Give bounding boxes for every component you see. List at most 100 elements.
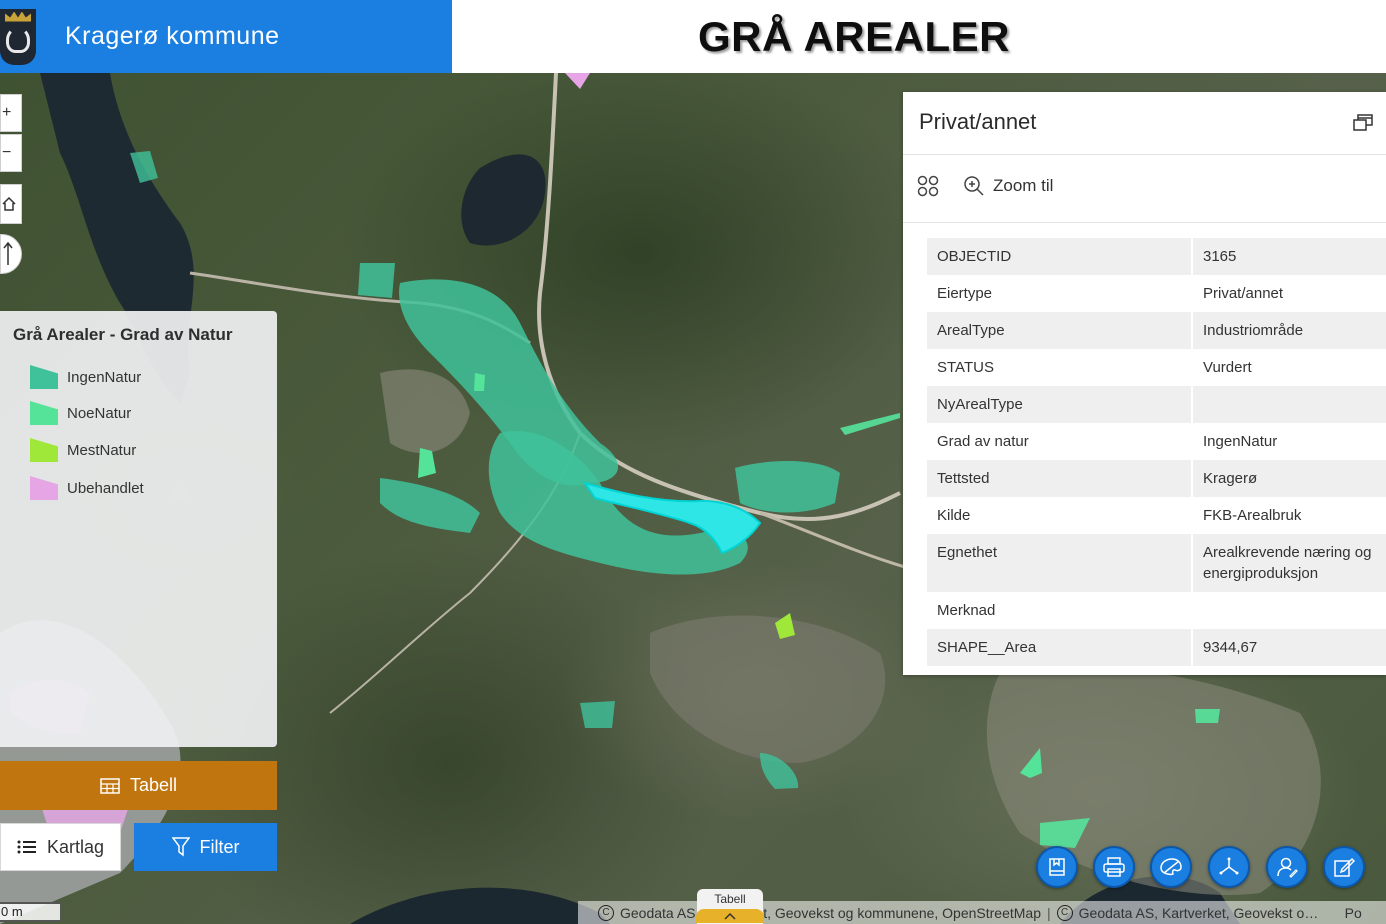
attr-key: STATUS bbox=[927, 349, 1193, 386]
zoom-to-button[interactable]: Zoom til bbox=[963, 175, 1053, 197]
table-drawer-label: Tabell bbox=[714, 892, 746, 906]
print-button[interactable] bbox=[1093, 846, 1135, 888]
legend-title: Grå Arealer - Grad av Natur bbox=[13, 325, 233, 344]
table-row: OBJECTID 3165 bbox=[927, 238, 1386, 275]
legend-item: Ubehandlet bbox=[30, 476, 144, 500]
grid-icon[interactable] bbox=[917, 175, 939, 197]
attr-key: Merknad bbox=[927, 592, 1193, 629]
attr-key: Kilde bbox=[927, 497, 1193, 534]
plus-icon: + bbox=[2, 104, 12, 121]
attribution-text-1: Geodata AS, Kartverket, Geovekst og komm… bbox=[620, 904, 1042, 921]
table-row: Kilde FKB-Arealbruk bbox=[927, 497, 1386, 534]
attr-key: ArealType bbox=[927, 312, 1193, 349]
headline-bar: GRÅ AREALER bbox=[452, 0, 1386, 73]
attr-key: OBJECTID bbox=[927, 238, 1193, 275]
popup-title: Privat/annet bbox=[919, 109, 1037, 134]
attribution-text-2: Geodata AS, Kartverket, Geovekst og komm… bbox=[1078, 904, 1325, 921]
home-button[interactable] bbox=[0, 184, 22, 224]
attr-value bbox=[1192, 386, 1386, 423]
list-icon bbox=[17, 839, 37, 855]
table-row: SHAPE__Area 9344,67 bbox=[927, 629, 1386, 666]
chevron-up-icon bbox=[696, 909, 764, 923]
bookmark-button[interactable] bbox=[1036, 846, 1078, 888]
attribution-trailing: Po bbox=[1344, 904, 1362, 921]
app-header: Kragerø kommune bbox=[0, 0, 452, 73]
attr-key: Tettsted bbox=[927, 460, 1193, 497]
attr-value: Arealkrevende næring og energiproduksjon bbox=[1192, 534, 1386, 592]
table-drawer-handle[interactable]: Tabell bbox=[696, 889, 764, 924]
table-icon bbox=[100, 777, 120, 794]
attr-value: Vurdert bbox=[1192, 349, 1386, 386]
user-icon bbox=[1277, 857, 1298, 878]
app-title: Kragerø kommune bbox=[65, 22, 280, 50]
legend-item: MestNatur bbox=[30, 438, 136, 462]
table-row: Merknad bbox=[927, 592, 1386, 629]
popup-actions: Zoom til bbox=[917, 175, 1053, 197]
table-row: NyArealType bbox=[927, 386, 1386, 423]
legend-swatch bbox=[30, 401, 58, 425]
home-icon bbox=[2, 197, 16, 211]
measure-icon bbox=[1219, 857, 1239, 875]
attr-key: Eiertype bbox=[927, 275, 1193, 312]
table-row: Eiertype Privat/annet bbox=[927, 275, 1386, 312]
filter-label: Filter bbox=[199, 836, 240, 857]
attribution-divider: | bbox=[1047, 904, 1051, 921]
table-row: ArealType Industriområde bbox=[927, 312, 1386, 349]
attribute-table: OBJECTID 3165 Eiertype Privat/annet ArealT… bbox=[927, 238, 1386, 666]
attr-value: Kragerø bbox=[1192, 460, 1386, 497]
zoom-in-icon bbox=[964, 176, 984, 196]
minus-icon: − bbox=[2, 144, 12, 161]
compass-arrow-icon bbox=[3, 241, 13, 265]
attr-key: NyArealType bbox=[927, 386, 1193, 423]
dock-button[interactable] bbox=[1352, 112, 1374, 137]
attr-key: SHAPE__Area bbox=[927, 629, 1193, 666]
scale-label: 0 m bbox=[1, 904, 23, 919]
table-row: STATUS Vurdert bbox=[927, 349, 1386, 386]
legend-item: IngenNatur bbox=[30, 365, 141, 389]
edit-button[interactable] bbox=[1323, 846, 1365, 888]
measure-button[interactable] bbox=[1208, 846, 1250, 888]
user-button[interactable] bbox=[1266, 846, 1308, 888]
feature-popup: Privat/annet Zoom til OBJECTID 3165 Eiert… bbox=[903, 92, 1386, 675]
attr-value: FKB-Arealbruk bbox=[1192, 497, 1386, 534]
attr-value: 9344,67 bbox=[1192, 629, 1386, 666]
dock-icon bbox=[1353, 114, 1373, 131]
zoom-in-button[interactable]: + bbox=[0, 94, 22, 132]
kommune-logo bbox=[0, 8, 36, 65]
legend-label: Ubehandlet bbox=[67, 479, 144, 497]
table-row: Egnethet Arealkrevende næring og energipr… bbox=[927, 534, 1386, 592]
basemap-icon bbox=[1160, 858, 1182, 876]
edit-icon bbox=[1334, 857, 1355, 877]
attr-value: Privat/annet bbox=[1192, 275, 1386, 312]
page-headline: GRÅ AREALER bbox=[698, 12, 1010, 60]
popup-divider bbox=[903, 154, 1386, 155]
bookmark-icon bbox=[1049, 858, 1065, 876]
legend-item: NoeNatur bbox=[30, 401, 131, 425]
zoom-to-label: Zoom til bbox=[993, 176, 1054, 195]
copyright-icon: C bbox=[1056, 904, 1073, 921]
table-row: Tettsted Kragerø bbox=[927, 460, 1386, 497]
attr-key: Grad av natur bbox=[927, 423, 1193, 460]
popup-divider bbox=[903, 222, 1386, 223]
basemap-button[interactable] bbox=[1150, 846, 1192, 888]
zoom-out-button[interactable]: − bbox=[0, 134, 22, 172]
attr-value bbox=[1192, 592, 1386, 629]
legend-label: NoeNatur bbox=[67, 404, 132, 422]
attr-key: Egnethet bbox=[927, 534, 1193, 592]
kartlag-label: Kartlag bbox=[46, 836, 105, 857]
kartlag-button[interactable]: Kartlag bbox=[0, 823, 121, 871]
legend-swatch bbox=[30, 365, 58, 389]
attr-value: Industriområde bbox=[1192, 312, 1386, 349]
legend-label: MestNatur bbox=[67, 441, 137, 459]
table-row: Grad av natur IngenNatur bbox=[927, 423, 1386, 460]
legend-label: IngenNatur bbox=[67, 368, 142, 386]
print-icon bbox=[1103, 857, 1125, 877]
scale-bar: 0 m bbox=[0, 902, 62, 922]
filter-button[interactable]: Filter bbox=[134, 823, 277, 871]
tabell-button[interactable]: Tabell bbox=[0, 761, 277, 810]
legend-panel: Grå Arealer - Grad av Natur IngenNatur N… bbox=[0, 311, 277, 747]
tabell-label: Tabell bbox=[129, 775, 178, 795]
copyright-icon: C bbox=[598, 904, 614, 921]
attr-value: IngenNatur bbox=[1192, 423, 1386, 460]
legend-swatch bbox=[30, 476, 58, 500]
